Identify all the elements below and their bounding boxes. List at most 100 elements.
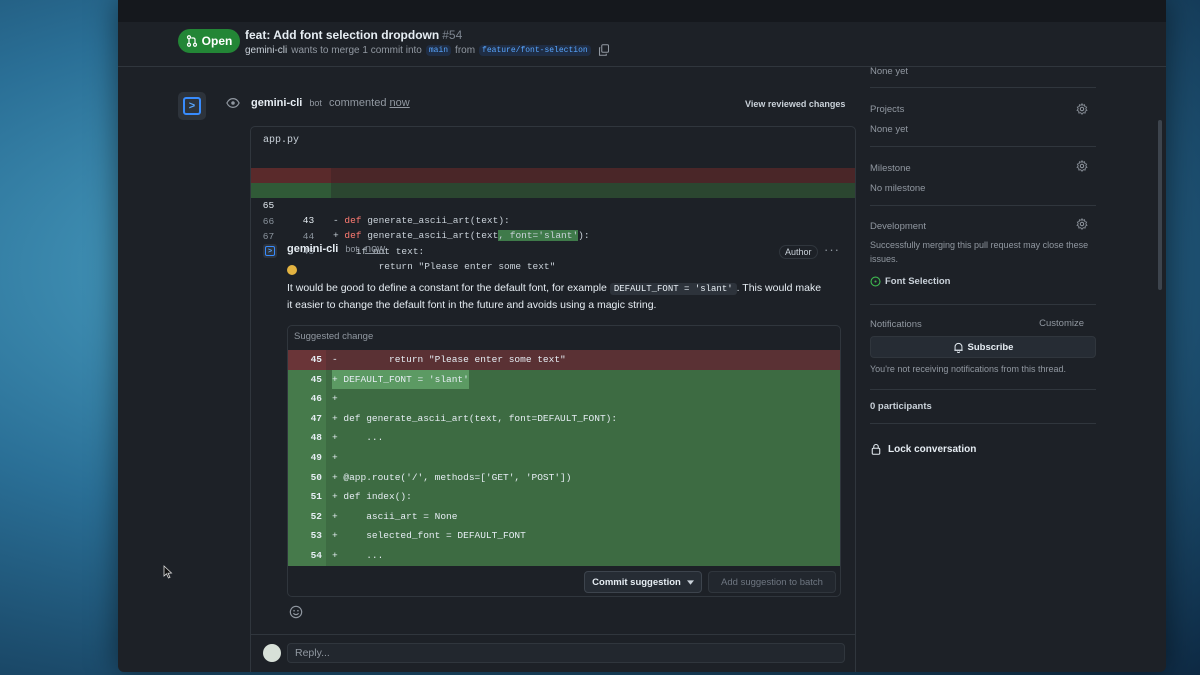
review-time[interactable]: now [390,97,410,109]
linked-issue[interactable]: Font Selection [870,276,950,287]
line-number: 48 [310,432,322,444]
copy-icon[interactable] [598,44,610,56]
thread-time[interactable]: now [365,243,385,255]
divider [870,388,1096,390]
divider [870,422,1096,424]
view-reviewed-changes-link[interactable]: View reviewed changes [745,99,845,109]
author-badge: Author [779,245,818,259]
pr-subtitle-text: wants to merge 1 commit into [291,44,422,56]
projects-value: None yet [870,124,909,135]
avatar[interactable]: > [178,92,206,120]
notifications-label: Notifications [870,319,922,330]
lock-conversation-button[interactable]: Lock conversation [870,443,976,455]
bot-label: bot [345,244,358,254]
file-name[interactable]: app.py [251,127,855,153]
line-number: 45 [310,373,322,385]
avatar[interactable]: > [263,244,277,258]
thread-author[interactable]: gemini-cli [287,243,338,255]
gear-icon[interactable] [1076,218,1088,230]
reply-row: Reply... [251,634,855,672]
subscribe-label: Subscribe [967,341,1014,353]
notifications-section: Notifications Customize Subscribe You're… [870,304,1096,396]
linked-issue-label: Font Selection [885,276,951,287]
milestone-section: Milestone No milestone [870,146,1096,202]
gear-icon[interactable] [1076,160,1088,172]
projects-label[interactable]: Projects [870,104,904,115]
comment-text: It would be good to define a constant fo… [287,282,607,294]
suggestion-row-added: 47 + def generate_ascii_art(text, font=DE… [288,408,840,429]
review-author[interactable]: gemini-cli [251,97,302,109]
head-branch[interactable]: feature/font-selection [479,44,591,56]
status-badge: Open [178,29,240,53]
suggestion-row-added: 54 + ... [288,546,840,566]
milestone-label[interactable]: Milestone [870,163,911,174]
comment-thread: > gemini-cli bot now Author ··· It would… [251,239,855,672]
code-text: + @app.route('/', methods=['GET', 'POST'… [332,471,572,483]
diff-row: 64 42 [251,153,855,196]
review-action: commented [328,97,387,109]
line-number: 47 [310,412,322,424]
code-text: - return "Please enter some text" [332,354,566,365]
suggestion-row-added: 46 + [288,389,840,409]
notifications-text: You're not receiving notifications from … [870,364,1066,374]
lock-icon [871,443,881,455]
line-number: 52 [310,510,322,522]
code-text: + selected_font = DEFAULT_FONT [332,530,526,542]
diff-row-deleted: 65 - def generate_ascii_art(text): [251,168,855,226]
pr-subtitle-user[interactable]: gemini-cli [245,45,287,56]
code-text: + def index(): [332,491,412,503]
from-text: from [455,44,476,56]
bell-icon [953,342,963,353]
code-text: + ascii_art = None [332,510,458,522]
line-number: 54 [310,550,322,561]
suggestion-row-added: 53 + selected_font = DEFAULT_FONT [288,526,840,546]
top-band [118,0,1166,22]
priority-dot-icon [287,265,297,275]
review-comment-box: app.py 64 42 65 - def generate_ascii_art… [250,126,856,672]
suggested-change-box: Suggested change 45 - return "Please ente… [287,325,841,597]
commit-suggestion-button[interactable]: Commit suggestion [584,571,702,593]
base-branch[interactable]: main [425,44,452,56]
pr-number: #54 [442,28,463,42]
line-number: 46 [310,393,322,405]
conversation-column: > gemini-cli bot commented now View revi… [118,66,978,672]
customize-link[interactable]: Customize [1039,318,1084,329]
reply-input[interactable]: Reply... [287,643,845,663]
development-text: Successfully merging this pull request m… [870,240,1089,264]
issue-open-icon [870,276,881,287]
subscribe-button[interactable]: Subscribe [870,336,1096,358]
user-avatar [263,644,281,662]
code-text: + def generate_ascii_art(text, font=DEFA… [332,412,618,424]
status-label: Open [201,34,233,48]
eye-icon [226,98,240,108]
more-options-icon[interactable]: ··· [824,242,840,257]
gear-icon[interactable] [1076,103,1088,115]
add-to-batch-button[interactable]: Add suggestion to batch [708,571,836,593]
suggestion-row-added: 52 + ascii_art = None [288,506,840,527]
diff-row-added: 43 + def generate_ascii_art(text, font='… [251,183,855,241]
pull-request-icon [186,35,197,47]
scrollbar[interactable] [1158,120,1162,290]
line-number: 50 [310,471,322,483]
gemini-logo-icon: > [183,97,201,115]
browser-screen: Open feat: Add font selection dropdown #5… [118,0,1166,672]
suggestion-row-added: 48 + ... [288,428,840,448]
caret-down-icon[interactable] [686,579,694,585]
add-reaction-icon[interactable] [289,605,303,619]
development-label[interactable]: Development [870,221,926,232]
suggestion-row-added: 50 + @app.route('/', methods=['GET', 'POS… [288,467,840,488]
lock-conversation-label: Lock conversation [888,443,977,455]
reviewers-value: None yet [870,66,909,77]
line-number: 45 [310,354,322,365]
diff-row: 66 44 if not text: [251,199,855,257]
pr-title-text: feat: Add font selection dropdown [245,28,440,42]
page-title: feat: Add font selection dropdown #54 [245,28,462,42]
participants-count: 0 participants [870,401,932,412]
commit-suggestion-label: Commit suggestion [592,576,681,588]
line-number: 49 [310,452,322,463]
sidebar: None yet Projects None yet Milestone No … [860,66,1100,672]
code-text: + ... [332,550,384,561]
development-section: Development Successfully merging this pu… [870,205,1096,301]
thread-header: gemini-cli bot now [287,243,385,255]
mouse-cursor-icon [163,565,173,579]
